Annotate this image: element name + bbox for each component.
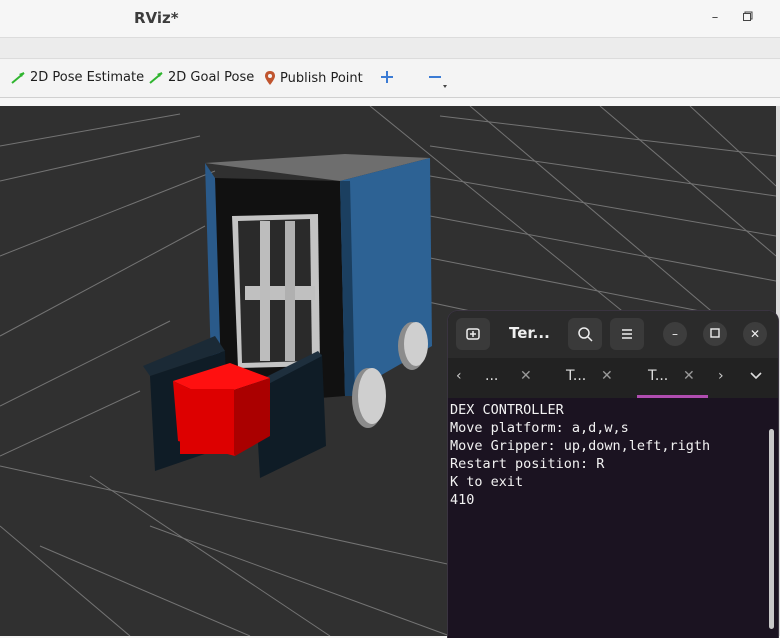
maximize-icon bbox=[743, 11, 753, 21]
active-tab-indicator bbox=[637, 395, 708, 398]
minus-icon bbox=[429, 76, 447, 88]
publish-point-tool[interactable]: Publish Point bbox=[264, 70, 363, 86]
window-titlebar: RViz* – bbox=[0, 0, 780, 38]
pose-estimate-tool[interactable]: 2D Pose Estimate bbox=[10, 70, 144, 85]
output-line: Move Gripper: up,down,left,rigth bbox=[450, 438, 711, 454]
rviz-toolbar: 2D Pose Estimate 2D Goal Pose Publish Po… bbox=[0, 59, 780, 98]
goal-pose-tool[interactable]: 2D Goal Pose bbox=[148, 70, 254, 85]
window-title: RViz* bbox=[134, 9, 179, 27]
publish-point-label: Publish Point bbox=[280, 70, 363, 86]
output-line: K to exit bbox=[450, 474, 524, 490]
maximize-button[interactable] bbox=[738, 8, 758, 28]
add-tool-button[interactable] bbox=[380, 70, 394, 84]
terminal-maximize-button[interactable] bbox=[703, 322, 727, 346]
terminal-minimize-button[interactable]: – bbox=[663, 322, 687, 346]
terminal-window[interactable]: Ter... – ✕ ‹ ... ✕ T... ✕ T... ✕ › DEX C… bbox=[448, 311, 778, 638]
terminal-output: DEX CONTROLLER Move platform: a,d,w,s Move… bbox=[450, 401, 764, 509]
chevron-down-icon bbox=[750, 372, 762, 380]
remove-tool-button[interactable] bbox=[428, 70, 448, 90]
goal-arrow-icon bbox=[149, 71, 163, 84]
minimize-button[interactable]: – bbox=[705, 8, 725, 28]
tabs-dropdown[interactable] bbox=[750, 368, 762, 384]
pose-arrow-icon bbox=[11, 71, 25, 84]
tabs-scroll-left[interactable]: ‹ bbox=[456, 368, 462, 384]
terminal-title: Ter... bbox=[509, 324, 550, 342]
goal-pose-label: 2D Goal Pose bbox=[168, 70, 255, 85]
pose-estimate-label: 2D Pose Estimate bbox=[30, 70, 145, 85]
plus-icon bbox=[381, 71, 393, 83]
terminal-tabs: ‹ ... ✕ T... ✕ T... ✕ › bbox=[448, 358, 778, 398]
terminal-header: Ter... – ✕ bbox=[448, 311, 778, 358]
output-line: Restart position: R bbox=[450, 456, 605, 472]
terminal-scrollbar[interactable] bbox=[769, 429, 774, 629]
search-button[interactable] bbox=[568, 318, 602, 350]
output-line: DEX CONTROLLER bbox=[450, 402, 564, 418]
terminal-tab-1[interactable]: ... bbox=[485, 368, 498, 384]
close-icon[interactable]: ✕ bbox=[683, 368, 695, 384]
menu-bar bbox=[0, 38, 780, 59]
search-icon bbox=[578, 327, 593, 342]
new-tab-icon bbox=[466, 328, 480, 340]
terminal-close-button[interactable]: ✕ bbox=[743, 322, 767, 346]
output-line: Move platform: a,d,w,s bbox=[450, 420, 629, 436]
map-pin-icon bbox=[265, 71, 275, 85]
menu-button[interactable] bbox=[610, 318, 644, 350]
tabs-scroll-right[interactable]: › bbox=[718, 368, 724, 384]
new-tab-button[interactable] bbox=[456, 318, 490, 350]
maximize-icon bbox=[710, 328, 720, 338]
terminal-tab-2[interactable]: T... bbox=[566, 368, 586, 384]
output-line: 410 bbox=[450, 492, 475, 508]
close-icon[interactable]: ✕ bbox=[520, 368, 532, 384]
terminal-tab-3[interactable]: T... bbox=[648, 368, 668, 384]
close-icon[interactable]: ✕ bbox=[601, 368, 613, 384]
hamburger-menu-icon bbox=[622, 329, 632, 339]
